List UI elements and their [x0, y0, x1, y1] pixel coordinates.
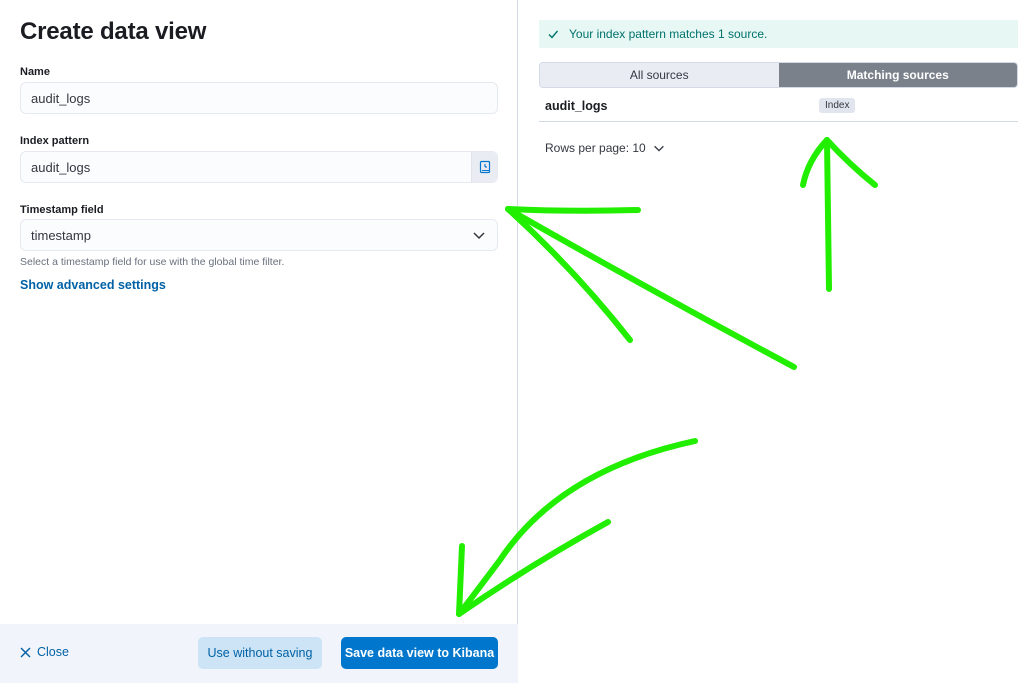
table-row: audit_logs Index	[539, 90, 1018, 122]
create-data-view-panel: Create data view Name audit_logs Index p…	[0, 0, 518, 683]
annotation-arrowhead-upper	[505, 206, 641, 214]
timestamp-help-text: Select a timestamp field for use with th…	[20, 256, 285, 268]
chevron-down-icon	[473, 232, 485, 240]
annotation-arrow-to-timestamp	[505, 206, 797, 370]
match-callout: Your index pattern matches 1 source.	[539, 20, 1018, 48]
name-label: Name	[20, 66, 50, 78]
index-pattern-help-button[interactable]	[471, 152, 497, 182]
chevron-down-icon	[653, 145, 664, 152]
annotation-arrowhead-right	[824, 137, 878, 188]
source-type-badge: Index	[819, 98, 856, 113]
rows-per-page-label: Rows per page: 10	[545, 141, 646, 155]
name-field[interactable]: audit_logs	[20, 82, 498, 114]
name-field-value: audit_logs	[31, 90, 91, 106]
rows-per-page-button[interactable]: Rows per page: 10	[545, 141, 666, 155]
save-data-view-button[interactable]: Save data view to Kibana	[341, 637, 498, 669]
use-without-saving-button[interactable]: Use without saving	[198, 637, 322, 669]
close-label: Close	[37, 645, 69, 659]
index-pattern-label: Index pattern	[20, 135, 90, 147]
close-button[interactable]: Close	[20, 645, 69, 659]
page-title: Create data view	[20, 18, 207, 45]
tab-matching-sources[interactable]: Matching sources	[778, 63, 1017, 87]
annotation-arrowhead-left	[800, 137, 830, 188]
index-pattern-field[interactable]: audit_logs	[20, 151, 498, 183]
timestamp-label: Timestamp field	[20, 204, 104, 216]
sources-tabs: All sources Matching sources	[539, 62, 1018, 88]
annotation-arrowhead-lower	[505, 206, 633, 343]
index-pattern-value: audit_logs	[31, 159, 91, 175]
timestamp-value: timestamp	[31, 227, 91, 243]
annotation-arrow-to-badge	[824, 137, 832, 292]
flyout-footer: Close Use without saving Save data view …	[0, 624, 518, 683]
close-icon	[20, 647, 31, 657]
timestamp-select[interactable]: timestamp	[20, 219, 498, 251]
show-advanced-settings-link[interactable]: Show advanced settings	[20, 278, 166, 292]
book-icon	[479, 160, 490, 174]
tab-all-sources[interactable]: All sources	[540, 63, 779, 87]
callout-text: Your index pattern matches 1 source.	[569, 27, 768, 41]
source-name: audit_logs	[545, 99, 608, 113]
check-icon	[548, 30, 559, 39]
